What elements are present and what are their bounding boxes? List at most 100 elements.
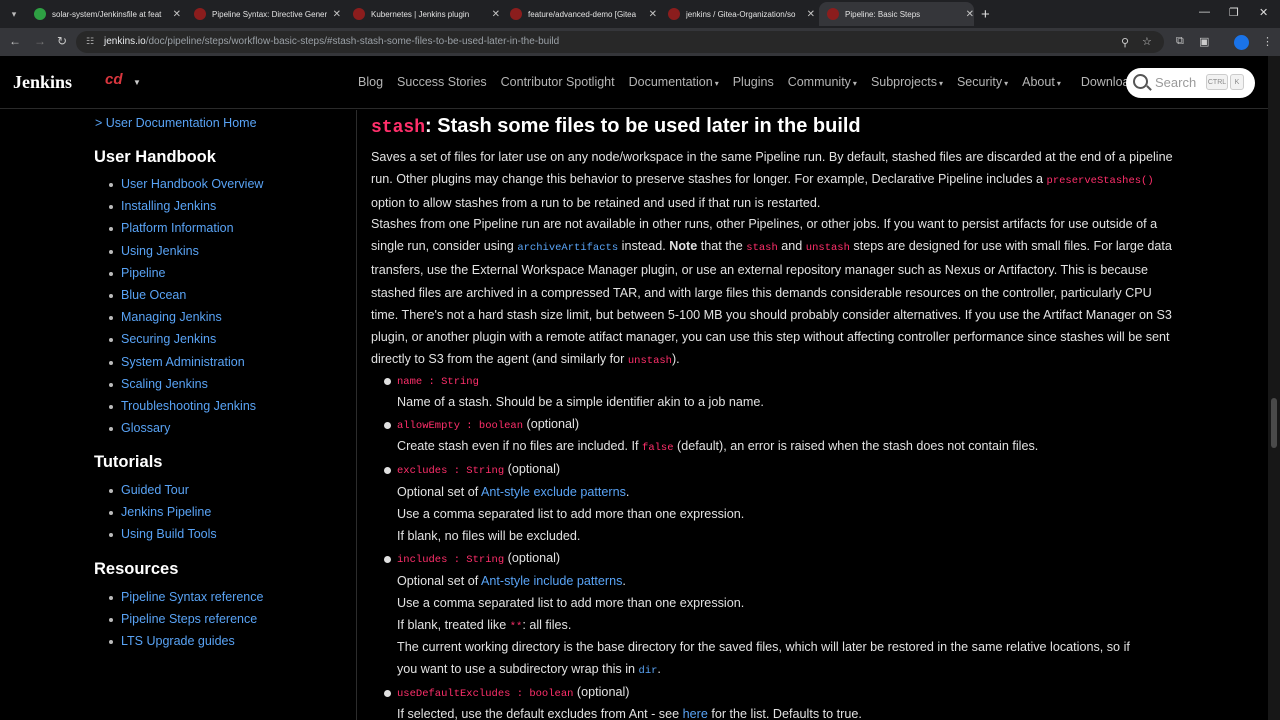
sidebar-item[interactable]: Pipeline Steps reference xyxy=(108,612,263,634)
restore-icon[interactable]: ❐ xyxy=(1229,6,1239,19)
gitea-icon xyxy=(510,8,522,20)
jenkins-icon xyxy=(194,8,206,20)
sidebar-item[interactable]: User Handbook Overview xyxy=(108,177,263,199)
kbd-k: K xyxy=(1230,74,1244,90)
sidebar-item[interactable]: Using Build Tools xyxy=(108,527,217,549)
minimize-icon[interactable]: — xyxy=(1199,6,1210,18)
sidebar-item[interactable]: System Administration xyxy=(108,355,263,377)
nav-success-stories[interactable]: Success Stories xyxy=(397,75,487,89)
close-icon[interactable]: ✕ xyxy=(649,9,657,20)
sidebar-item[interactable]: Platform Information xyxy=(108,221,263,243)
close-icon[interactable]: ✕ xyxy=(807,9,815,20)
sidebar-item[interactable]: Troubleshooting Jenkins xyxy=(108,399,263,421)
sidebar-item[interactable]: LTS Upgrade guides xyxy=(108,634,263,656)
nav-blog[interactable]: Blog xyxy=(358,75,383,89)
browser-tab[interactable]: Pipeline Syntax: Directive Gener ✕ xyxy=(186,2,341,26)
param-description: Create stash even if no files are includ… xyxy=(397,439,1039,454)
browser-tab[interactable]: Kubernetes | Jenkins plugin ✕ xyxy=(345,2,500,26)
close-icon[interactable]: ✕ xyxy=(966,9,974,20)
sidebar-item[interactable]: Jenkins Pipeline xyxy=(108,505,217,527)
sidebar-item[interactable]: Scaling Jenkins xyxy=(108,377,263,399)
param-description: you want to use a subdirectory wrap this… xyxy=(397,662,661,677)
param-description: If blank, no files will be excluded. xyxy=(397,529,581,543)
param-description: Use a comma separated list to add more t… xyxy=(397,507,745,521)
exclude-patterns-link[interactable]: Ant-style exclude patterns xyxy=(481,485,626,499)
list-bullet xyxy=(384,422,391,429)
sidebar-item[interactable]: Pipeline Syntax reference xyxy=(108,590,263,612)
cd-foundation-logo[interactable]: cd xyxy=(105,71,123,88)
url-text[interactable]: jenkins.io/doc/pipeline/steps/workflow-b… xyxy=(104,36,559,47)
sidebar-item[interactable]: Glossary xyxy=(108,421,263,443)
browser-tab[interactable]: jenkins / Gitea-Organization/so ✕ xyxy=(660,2,815,26)
nav-subprojects[interactable]: Subprojects ▾ xyxy=(871,75,943,89)
address-bar[interactable]: ☷ jenkins.io/doc/pipeline/steps/workflow… xyxy=(76,31,1164,53)
forward-icon[interactable]: → xyxy=(34,34,46,48)
chevron-down-icon[interactable]: ▼ xyxy=(133,78,141,87)
address-toolbar: ← → ↻ ☷ jenkins.io/doc/pipeline/steps/wo… xyxy=(0,28,1280,56)
jenkins-icon xyxy=(827,8,839,20)
puzzle-icon[interactable]: ▣ xyxy=(1199,35,1209,48)
sidebar-item[interactable]: Pipeline xyxy=(108,266,263,288)
param-name: name : String xyxy=(397,376,479,388)
search-icon xyxy=(1133,74,1148,89)
nav-about[interactable]: About ▾ xyxy=(1022,75,1061,89)
browser-tab-active[interactable]: Pipeline: Basic Steps ✕ xyxy=(819,2,974,26)
sidebar-item[interactable]: Blue Ocean xyxy=(108,288,263,310)
param-excludes: excludes : String (optional) xyxy=(397,462,561,477)
reload-icon[interactable]: ↻ xyxy=(57,34,67,48)
bookmark-star-icon[interactable]: ☆ xyxy=(1142,35,1152,48)
description-paragraph: Stashes from one Pipeline run are not av… xyxy=(371,217,1172,368)
param-usedefaultexcludes: useDefaultExcludes : boolean (optional) xyxy=(397,685,630,700)
site-info-icon[interactable]: ☷ xyxy=(86,36,94,47)
user-docs-home-link[interactable]: > User Documentation Home xyxy=(95,116,257,130)
new-tab-icon[interactable]: + xyxy=(981,6,990,23)
list-bullet xyxy=(384,378,391,385)
nav-plugins[interactable]: Plugins xyxy=(733,75,774,89)
param-description: Name of a stash. Should be a simple iden… xyxy=(397,395,764,409)
sidebar-list: User Handbook Overview Installing Jenkin… xyxy=(108,177,263,443)
main-content: stash: Stash some files to be used later… xyxy=(358,110,1268,720)
nav-links: Blog Success Stories Contributor Spotlig… xyxy=(358,75,1150,89)
extensions-icon[interactable]: ⧉ xyxy=(1176,35,1184,48)
sidebar-list: Guided Tour Jenkins Pipeline Using Build… xyxy=(108,483,217,550)
sidebar-item[interactable]: Guided Tour xyxy=(108,483,217,505)
list-bullet xyxy=(384,467,391,474)
nav-contributor-spotlight[interactable]: Contributor Spotlight xyxy=(501,75,615,89)
tab-search-icon[interactable]: ▾ xyxy=(3,3,25,25)
archive-artifacts-link[interactable]: archiveArtifacts xyxy=(517,242,618,254)
param-includes: includes : String (optional) xyxy=(397,551,561,566)
nav-documentation[interactable]: Documentation ▾ xyxy=(629,75,719,89)
list-bullet xyxy=(384,556,391,563)
description-paragraph: Saves a set of files for later use on an… xyxy=(371,150,1173,211)
close-icon[interactable]: ✕ xyxy=(173,9,181,20)
window-close-icon[interactable]: ✕ xyxy=(1259,6,1268,19)
zoom-icon[interactable]: ⚲ xyxy=(1121,36,1129,49)
param-allowempty: allowEmpty : boolean (optional) xyxy=(397,417,580,432)
close-icon[interactable]: ✕ xyxy=(333,9,341,20)
browser-menu-icon[interactable]: ⋮ xyxy=(1262,35,1273,48)
jenkins-icon xyxy=(353,8,365,20)
sidebar-item[interactable]: Managing Jenkins xyxy=(108,310,263,332)
sidebar-item[interactable]: Securing Jenkins xyxy=(108,332,263,354)
dir-link[interactable]: dir xyxy=(639,665,658,677)
param-description: Optional set of Ant-style include patter… xyxy=(397,574,626,588)
profile-avatar[interactable] xyxy=(1234,35,1249,50)
nav-security[interactable]: Security ▾ xyxy=(957,75,1008,89)
browser-tab[interactable]: feature/advanced-demo [Gitea ✕ xyxy=(502,2,657,26)
default-excludes-link[interactable]: here xyxy=(683,707,708,720)
sidebar-item[interactable]: Using Jenkins xyxy=(108,244,263,266)
scrollbar-thumb[interactable] xyxy=(1271,398,1277,448)
sidebar-item[interactable]: Installing Jenkins xyxy=(108,199,263,221)
browser-tab[interactable]: solar-system/Jenkinsfile at feat ✕ xyxy=(26,2,181,26)
browser-tab-strip: ▾ solar-system/Jenkinsfile at feat ✕ Pip… xyxy=(0,0,1280,28)
jenkins-logo[interactable]: Jenkins xyxy=(13,72,72,93)
page-scrollbar[interactable] xyxy=(1268,56,1280,720)
close-icon[interactable]: ✕ xyxy=(492,9,500,20)
gitea-icon xyxy=(34,8,46,20)
search-input[interactable]: Search CTRL K xyxy=(1126,68,1255,98)
back-icon[interactable]: ← xyxy=(9,34,21,48)
nav-community[interactable]: Community ▾ xyxy=(788,75,857,89)
param-description: The current working directory is the bas… xyxy=(397,640,1130,654)
include-patterns-link[interactable]: Ant-style include patterns xyxy=(481,574,622,588)
docs-sidebar: > User Documentation Home User Handbook … xyxy=(0,110,357,720)
